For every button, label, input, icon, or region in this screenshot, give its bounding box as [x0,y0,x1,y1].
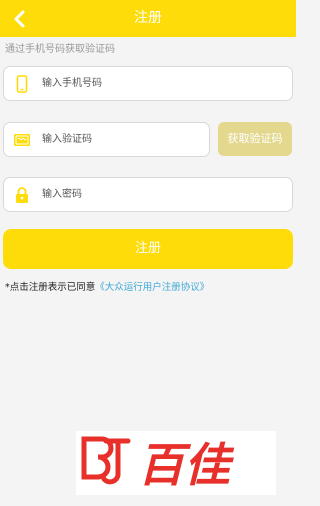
register-button[interactable]: 注册 [3,229,293,269]
password-input[interactable] [42,178,284,211]
password-field[interactable] [3,177,293,212]
code-field[interactable] [3,122,210,157]
phone-icon [16,75,28,93]
header-bar: 注册 [0,0,296,37]
phone-field[interactable] [3,66,293,101]
sms-code-icon [14,134,30,146]
agreement-prefix: *点击注册表示已同意 [5,282,96,293]
watermark-logo: 百佳 [76,431,276,495]
hint-text: 通过手机号码获取验证码 [5,44,115,55]
get-code-button[interactable]: 获取验证码 [218,122,292,156]
phone-input[interactable] [42,67,284,100]
baijia-logo-icon: 百佳 [81,436,235,492]
agreement-link[interactable]: 《大众运行用户注册协议》 [95,282,209,293]
lock-icon [16,187,28,203]
code-input[interactable] [42,123,201,156]
page-title: 注册 [134,10,162,26]
agreement-text: *点击注册表示已同意《大众运行用户注册协议》 [5,281,209,294]
svg-text:百佳: 百佳 [138,438,235,492]
